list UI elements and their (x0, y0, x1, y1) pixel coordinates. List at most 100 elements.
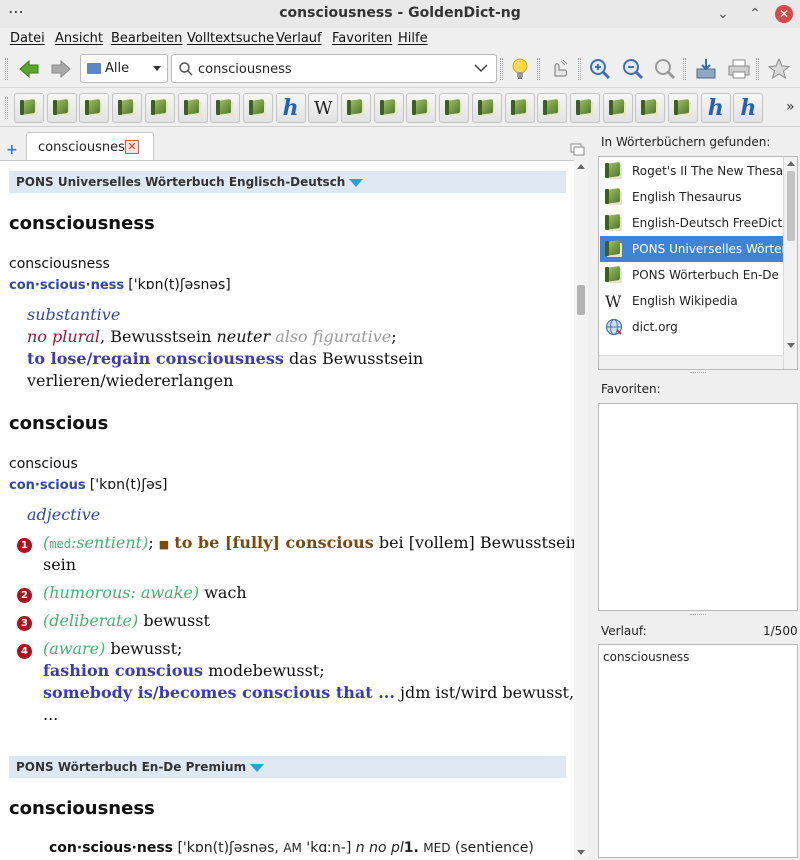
dictionary-toggle-button[interactable] (602, 93, 633, 123)
dictbar-more-button[interactable]: » (786, 99, 795, 115)
example-phrase[interactable]: to be [fully] conscious (174, 533, 373, 552)
wikipedia-icon: W (314, 97, 333, 119)
dictionary-toggle-button[interactable] (635, 93, 666, 123)
print-button[interactable] (726, 56, 752, 82)
found-dictionary-item[interactable]: PONS Universelles Wörterbuch (600, 236, 783, 262)
sense-translation: bewusst; (110, 639, 183, 658)
example-translation: modebewusst; (208, 661, 325, 680)
dictionary-toggle-button[interactable] (439, 93, 470, 123)
entry-pronunciation-line: con·scious ['kɒn(t)ʃəs] (9, 477, 167, 493)
zoom-out-button[interactable] (620, 56, 646, 82)
collapse-triangle-icon[interactable] (349, 178, 364, 187)
collapse-triangle-icon[interactable] (250, 763, 265, 772)
found-dictionary-item[interactable]: dict.org (600, 314, 783, 340)
back-button[interactable] (16, 56, 42, 82)
dictionary-toggle-button[interactable] (46, 93, 77, 123)
dictionary-toggle-button[interactable] (537, 93, 568, 123)
dictionary-toggle-button[interactable]: W (308, 93, 339, 123)
toolbar-separator (756, 58, 759, 80)
zoom-reset-button[interactable] (652, 56, 678, 82)
dictionary-toggle-button[interactable] (471, 93, 502, 123)
add-favorite-button[interactable] (766, 56, 792, 82)
scroll-down-arrow-icon[interactable] (577, 850, 585, 855)
dictionary-toggle-button[interactable] (79, 93, 110, 123)
dictionary-toggle-button[interactable] (504, 93, 535, 123)
list-horizontal-scrollbar[interactable] (599, 355, 783, 369)
dictionary-toggle-button[interactable] (144, 93, 175, 123)
found-dictionary-item[interactable]: English Thesaurus (600, 184, 783, 210)
example-translation-cont: ... (43, 705, 59, 724)
sense-translation: wach (204, 583, 247, 602)
scrollbar-thumb[interactable] (577, 285, 585, 315)
menu-datei[interactable]: Datei (10, 31, 45, 46)
menu-bearbeiten[interactable]: Bearbeiten (111, 31, 182, 46)
dictionary-toggle-button[interactable] (668, 93, 698, 123)
panel-resize-grip[interactable] (690, 372, 706, 374)
panel-splitter[interactable] (590, 128, 596, 860)
maximize-button[interactable]: ⌃ (745, 4, 765, 24)
favorites-label: Favoriten: (601, 382, 661, 396)
tab-consciousness[interactable]: consciousness ✕ (26, 132, 154, 161)
found-dictionary-item[interactable]: W English Wikipedia (600, 288, 783, 314)
menu-favoriten[interactable]: Favoriten (332, 31, 392, 46)
dictionary-toggle-button[interactable] (14, 93, 44, 123)
forward-button[interactable] (48, 56, 74, 82)
scroll-up-arrow-icon[interactable] (577, 164, 585, 169)
dictionary-toggle-button[interactable]: h (733, 93, 764, 123)
scroll-down-arrow-icon[interactable] (787, 343, 795, 348)
example-phrase[interactable]: somebody is/becomes conscious that ... (43, 683, 395, 702)
dictionary-section-header[interactable]: PONS Wörterbuch En-De Premium (9, 756, 566, 778)
dictionary-toggle-button[interactable] (341, 93, 371, 123)
punctuation: ; (391, 327, 397, 346)
dictionary-toggle-button[interactable] (112, 93, 143, 123)
tab-close-button[interactable]: ✕ (125, 140, 139, 154)
list-scrollbar[interactable] (783, 157, 797, 369)
punctuation: ; (148, 533, 154, 552)
scrollbar-thumb[interactable] (787, 171, 795, 241)
article-scrollbar[interactable] (574, 160, 588, 860)
article-view[interactable]: PONS Universelles Wörterbuch Englisch-De… (0, 160, 574, 860)
h-dictionary-icon: h (740, 95, 757, 121)
scroll-up-arrow-icon[interactable] (787, 161, 795, 166)
menu-ansicht[interactable]: Ansicht (55, 31, 103, 46)
found-dictionary-item[interactable]: PONS Wörterbuch En-De Premium (600, 262, 783, 288)
dictionary-section-header[interactable]: PONS Universelles Wörterbuch Englisch-De… (9, 171, 566, 193)
menu-hilfe[interactable]: Hilfe (398, 31, 428, 46)
tab-list-icon[interactable] (570, 143, 586, 157)
dictionary-toggle-button[interactable] (177, 93, 208, 123)
dictionary-toggle-button[interactable]: h (275, 93, 306, 123)
minimize-button[interactable]: ⌄ (713, 4, 733, 24)
entry-pronunciation-line: con·scious·ness ['kɒn(t)ʃəsnəs] (9, 277, 231, 293)
dictionary-toggle-button[interactable] (373, 93, 404, 123)
dictionary-toggle-button[interactable] (210, 93, 241, 123)
menu-volltextsuche[interactable]: Volltextsuche (187, 31, 274, 46)
book-icon (183, 98, 202, 117)
zoom-in-button[interactable] (587, 56, 613, 82)
search-input[interactable] (198, 59, 468, 79)
new-tab-button[interactable]: + (6, 142, 18, 158)
dictionary-toggle-button[interactable]: h (700, 93, 731, 123)
domain-tag: med (49, 537, 71, 551)
menu-verlauf[interactable]: Verlauf (276, 31, 322, 46)
dictbar-handle[interactable] (5, 97, 8, 119)
example-phrase[interactable]: fashion conscious (43, 661, 203, 680)
toolbar-handle[interactable] (5, 58, 8, 80)
toolbar-separator (578, 58, 581, 80)
dictionary-toggle-button[interactable] (569, 93, 600, 123)
dictionary-toggle-button[interactable] (242, 93, 273, 123)
search-history-chevron-icon[interactable] (474, 63, 488, 73)
panel-resize-grip[interactable] (690, 614, 706, 616)
found-dictionary-item[interactable]: English-Deutsch FreeDict+WikDict (600, 210, 783, 236)
found-dictionary-item[interactable]: Roget's II The New Thesaurus (600, 158, 783, 184)
save-article-button[interactable] (693, 56, 719, 82)
region-tag: AM (283, 841, 302, 855)
dictionary-toggle-button[interactable] (406, 93, 437, 123)
scan-popup-toggle[interactable] (507, 56, 533, 82)
history-item[interactable]: consciousness (603, 650, 689, 664)
dictionary-bar: hWhh » (0, 89, 800, 127)
favorites-panel[interactable] (598, 403, 798, 611)
dictionary-group-select[interactable]: Alle (80, 54, 168, 83)
close-window-button[interactable]: ✕ (775, 5, 793, 23)
pronounce-button[interactable] (547, 56, 573, 82)
example-phrase[interactable]: to lose/regain consciousness (27, 349, 284, 368)
